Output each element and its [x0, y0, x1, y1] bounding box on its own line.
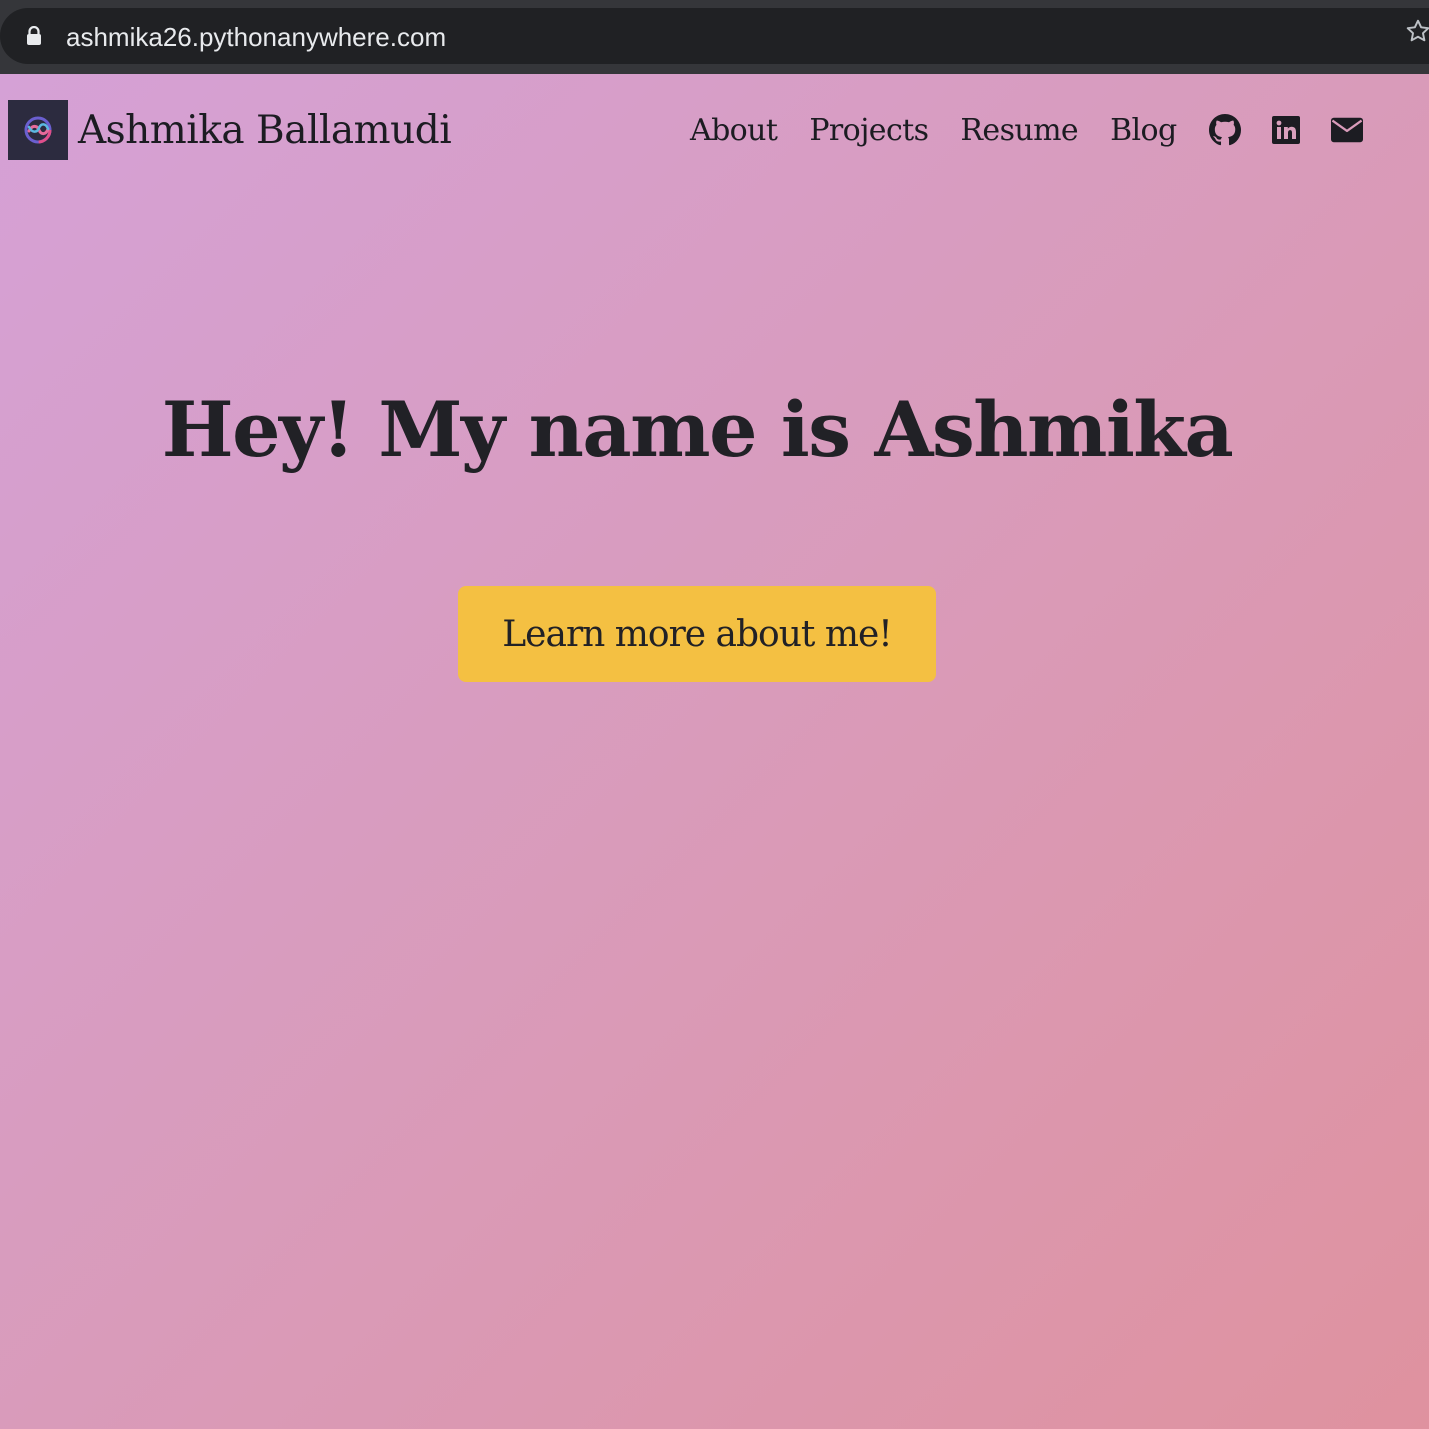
nav-link-about[interactable]: About	[690, 113, 778, 148]
nav-link-blog[interactable]: Blog	[1110, 113, 1177, 148]
linkedin-icon[interactable]	[1270, 114, 1302, 146]
learn-more-button[interactable]: Learn more about me!	[458, 586, 936, 682]
hero-title: Hey! My name is Ashmika	[161, 385, 1234, 474]
url-text[interactable]: ashmika26.pythonanywhere.com	[66, 22, 446, 52]
swirl-logo-icon	[8, 100, 68, 160]
github-icon[interactable]	[1208, 114, 1241, 146]
address-bar[interactable]: ashmika26.pythonanywhere.com	[0, 8, 1429, 64]
nav-link-resume[interactable]: Resume	[960, 113, 1078, 148]
main-nav: About Projects Resume Blog	[690, 108, 1363, 152]
star-icon[interactable]	[1405, 18, 1429, 44]
browser-toolbar: ashmika26.pythonanywhere.com	[0, 0, 1429, 74]
nav-link-projects[interactable]: Projects	[809, 113, 929, 148]
brand-name: Ashmika Ballamudi	[78, 107, 452, 153]
navbar-brand[interactable]: Ashmika Ballamudi	[8, 100, 452, 160]
page-background: Ashmika Ballamudi About Projects Resume …	[0, 74, 1429, 1429]
lock-icon[interactable]	[26, 26, 42, 46]
envelope-icon[interactable]	[1330, 114, 1363, 146]
